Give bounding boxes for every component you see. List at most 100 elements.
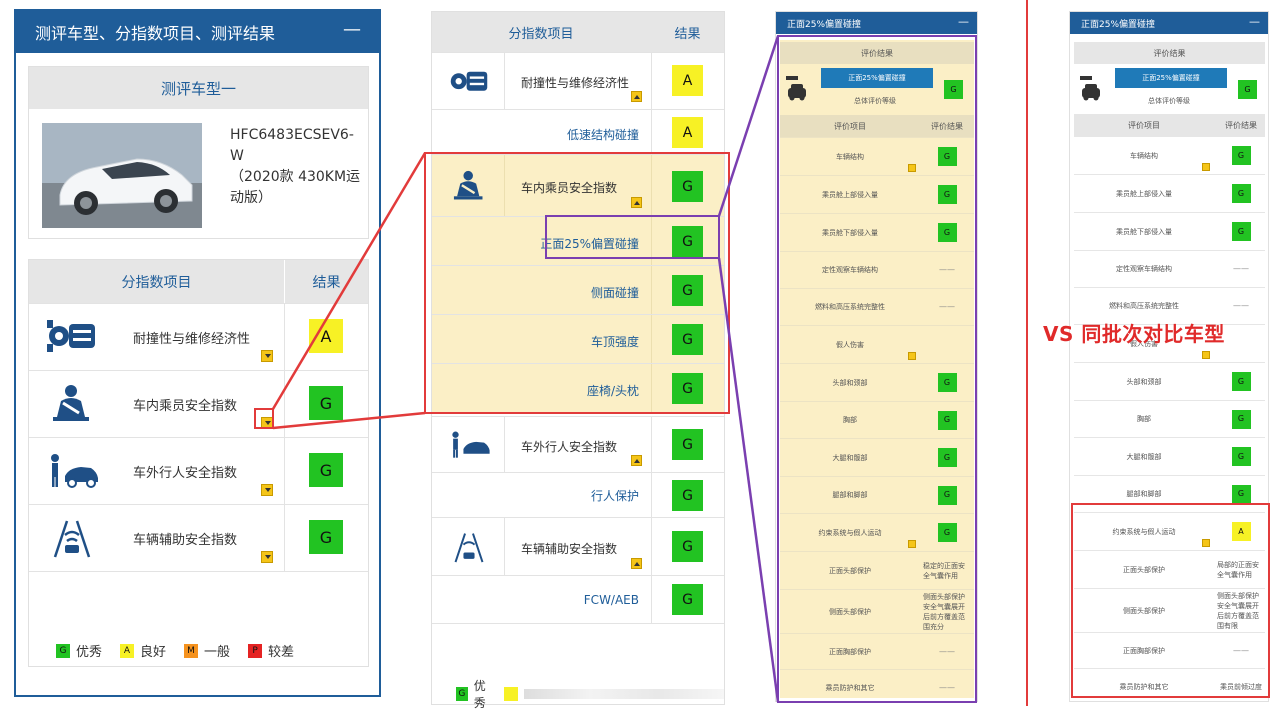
detail-row-result: 侧面头部保护安全气囊展开后前方覆盖范围充分 [920,590,974,633]
detail-row-result: —— [1214,633,1268,668]
overall-label: 总体评价等级 [1148,97,1190,105]
collapse-arrow-icon[interactable] [631,455,642,466]
detail-row-result: G [920,364,974,401]
detail-row: 腿部和脚部 G [1074,475,1265,512]
detail-row: 正面头部保护 稳定的正面安全气囊作用 [780,551,974,589]
minus-icon[interactable]: — [958,15,969,28]
detail-row-result: G [920,477,974,513]
table-row[interactable]: 车辆辅助安全指数 G [29,504,368,572]
detail-row-result [920,326,974,363]
lane-assist-icon [43,517,101,559]
grade-badge: G [937,523,957,542]
row-label: 行人保护 [590,489,639,503]
table-row[interactable]: 车内乘员安全指数 G [29,370,368,438]
table-row[interactable]: 座椅/头枕 G [432,363,724,412]
detail-table: 评价结果 正面25%偏置碰撞 总体评价等级 G 评价项目 评价结果 车辆结构 G 乘… [1074,40,1265,700]
expand-arrow-icon[interactable] [908,164,916,172]
row-label: 车外行人安全指数 [521,440,618,454]
table-row[interactable]: 侧面碰撞 G [432,265,724,314]
result-text: —— [1233,264,1249,273]
detail-row-label: 燃料和高压系统完整性 [815,303,885,311]
panel-title: 正面25%偏置碰撞 [787,19,862,30]
lane-assist-icon [446,529,492,565]
result-text: 稳定的正面安全气囊作用 [923,561,965,580]
detail-row: 正面胸部保护 —— [780,633,974,669]
detail-row-label: 定性观察车辆结构 [822,266,878,274]
panel-header: 测评车型、分指数项目、测评结果 — [16,11,379,53]
detail-row-result: —— [920,289,974,325]
detail-row-label: 正面头部保护 [1123,565,1165,574]
expand-arrow-icon[interactable] [908,352,916,360]
grade-badge: G [937,223,957,242]
table-row[interactable]: 车辆辅助安全指数 G [432,517,724,575]
expand-arrow-icon[interactable] [1202,163,1210,171]
detail-row-result: G [920,402,974,438]
collapse-arrow-icon[interactable] [631,197,642,208]
expand-arrow-icon[interactable] [908,540,916,548]
col-result-header: 评价结果 [1225,120,1257,130]
detail-row-result: A [1214,513,1268,550]
table-row[interactable]: 车外行人安全指数 G [432,416,724,472]
minus-icon[interactable]: — [343,19,361,40]
detail-row-label: 正面头部保护 [829,566,871,575]
grade-badge: G [672,584,703,615]
table-row: 低速结构碰撞 A [432,109,724,154]
detail-row: 胸部 G [1074,400,1265,437]
collapse-arrow-icon[interactable] [631,91,642,102]
detail-row: 正面胸部保护 —— [1074,632,1265,668]
legend-item: P 较差 [248,641,294,660]
detail-row-label: 正面胸部保护 [829,647,871,656]
table-row[interactable]: 车顶强度 G [432,314,724,363]
model-card-title: 测评车型一 [29,67,368,109]
detail-row-result: 侧面头部保护安全气囊展开后前方覆盖范围有限 [1214,589,1268,632]
row-label: 侧面碰撞 [590,286,639,300]
detail-table: 评价结果 正面25%偏置碰撞 总体评价等级 G 评价项目 评价结果 车辆结构 G 乘… [780,40,974,698]
table-row: FCW/AEB G [432,575,724,623]
grade-badge: G [309,453,343,487]
tab-frontal-25[interactable]: 正面25%偏置碰撞 [1115,68,1227,88]
grade-badge: A [672,117,703,148]
detail-row-label: 定性观察车辆结构 [1116,265,1172,273]
tab-frontal-25[interactable]: 正面25%偏置碰撞 [821,68,933,88]
collapse-arrow-icon[interactable] [631,558,642,569]
table-row[interactable]: 耐撞性与维修经济性 A [29,303,368,371]
comparison-divider [1026,0,1028,706]
expand-arrow-icon[interactable] [261,484,273,496]
detail-row-label: 胸部 [1137,415,1151,423]
expand-arrow-icon[interactable] [261,350,273,362]
detail-row: 乘员舱下部侵入量 G [1074,212,1265,250]
detail-row: 正面头部保护 局部的正面安全气囊作用 [1074,550,1265,588]
detail-row-label: 腿部和脚部 [832,491,868,499]
row-label: 车辆辅助安全指数 [133,533,238,548]
panel-title: 正面25%偏置碰撞 [1081,19,1156,30]
table-row[interactable]: 正面25%偏置碰撞 G [432,216,724,265]
seated-passenger-icon [446,168,492,204]
detail-row-result: G [1214,476,1268,512]
minus-icon[interactable]: — [1249,15,1260,28]
detail-row: 大腿和髋部 G [1074,437,1265,475]
detail-row: 定性观察车辆结构 —— [780,251,974,288]
table-row[interactable]: 车内乘员安全指数 G [432,154,724,216]
grade-badge: G [937,448,957,467]
expand-arrow-icon[interactable] [1202,351,1210,359]
detail-row: 乘员舱上部侵入量 G [780,175,974,213]
expand-arrow-icon[interactable] [261,551,273,563]
engine-gear-icon [446,64,492,100]
legend-item: M 一般 [184,641,230,660]
expand-arrow-icon[interactable] [261,417,273,429]
detail-row: 乘员舱上部侵入量 G [1074,174,1265,212]
table-row: 行人保护 G [432,472,724,517]
grade-badge: G [1231,372,1251,391]
col-result-header: 评价结果 [931,121,963,131]
table-row[interactable]: 耐撞性与维修经济性 A [432,52,724,109]
table-row[interactable]: 车外行人安全指数 G [29,437,368,505]
expand-arrow-icon[interactable] [1202,539,1210,547]
result-text: 侧面头部保护安全气囊展开后前方覆盖范围充分 [923,592,965,631]
grade-badge: G [672,171,703,202]
detail-row-label: 侧面头部保护 [829,607,871,616]
detail-row-result: —— [920,670,974,706]
detail-row: 大腿和髋部 G [780,438,974,476]
detail-row: 约束系统与假人运动 A [1074,512,1265,550]
detail-row-result: G [920,138,974,175]
detail-row-label: 大腿和髋部 [832,453,868,462]
